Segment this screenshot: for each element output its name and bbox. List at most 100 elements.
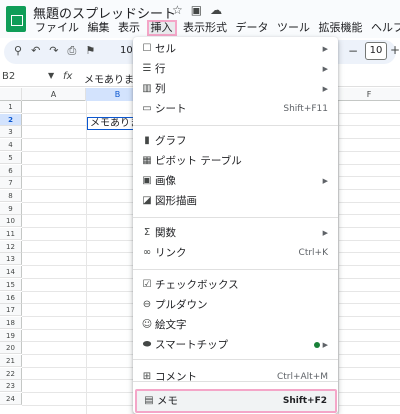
comment-icon: ⊞ [142, 371, 152, 382]
row-header-23[interactable]: 23 [0, 380, 22, 393]
menu-edit[interactable]: 編集 [86, 20, 112, 36]
shortcut-hint: Ctrl+Alt+M [276, 372, 328, 382]
menu-item-row[interactable]: ☰ 行 ▶ [133, 59, 338, 79]
row-header-10[interactable]: 10 [0, 215, 22, 228]
row-header-2[interactable]: 2 [0, 113, 22, 126]
print-icon[interactable]: ⎙ [68, 44, 86, 57]
menu-item-cell[interactable]: ☐ セル ▶ [133, 39, 338, 59]
submenu-arrow-icon: ▶ [322, 85, 328, 93]
row-header-22[interactable]: 22 [0, 367, 22, 380]
menu-item-label: メモ [157, 395, 178, 407]
title-icons: ☆▣☁ [172, 3, 230, 17]
row-header-17[interactable]: 17 [0, 304, 22, 317]
grid-column-line [338, 101, 339, 414]
row-header-18[interactable]: 18 [0, 316, 22, 329]
select-all-corner[interactable] [0, 88, 22, 101]
menu-file[interactable]: ファイル [33, 20, 81, 36]
menu-item-label: 関数 [155, 227, 176, 239]
menu-item-sheet[interactable]: ▭ シート Shift+F11 [133, 99, 338, 119]
row-header-4[interactable]: 4 [0, 139, 22, 152]
move-folder-icon[interactable]: ▣ [191, 3, 210, 17]
menu-extensions[interactable]: 拡張機能 [317, 20, 365, 36]
menu-item-function[interactable]: Σ 関数 ▶ [133, 223, 338, 243]
active-cell-b2[interactable]: メモありま [87, 117, 135, 130]
name-box-dropdown-icon[interactable]: ▼ [48, 71, 54, 80]
menu-item-column[interactable]: ▥ 列 ▶ [133, 79, 338, 99]
row-header-6[interactable]: 6 [0, 164, 22, 177]
row-header-3[interactable]: 3 [0, 126, 22, 139]
menu-separator [133, 217, 338, 218]
column-icon: ▥ [142, 83, 152, 94]
cloud-status-icon[interactable]: ☁ [210, 3, 230, 17]
row-header-1[interactable]: 1 [0, 101, 22, 113]
row-header-19[interactable]: 19 [0, 329, 22, 342]
menu-data[interactable]: データ [234, 20, 271, 36]
row-header-7[interactable]: 7 [0, 177, 22, 190]
menu-item-smart-chip[interactable]: ⬬ スマートチップ ▶ [133, 335, 338, 355]
menu-item-emoji[interactable]: ☺ 絵文字 [133, 315, 338, 335]
column-header-f[interactable]: F [338, 88, 400, 101]
emoji-icon: ☺ [141, 319, 153, 330]
menu-item-comment[interactable]: ⊞ コメント Ctrl+Alt+M [133, 367, 338, 387]
font-size-input[interactable]: 10 [365, 42, 387, 60]
name-box[interactable]: B2 [2, 71, 15, 82]
menu-item-label: チェックボックス [155, 279, 239, 291]
menu-item-label: 行 [155, 63, 166, 75]
menu-insert[interactable]: 挿入 [146, 20, 177, 36]
menu-item-label: コメント [155, 371, 197, 383]
font-size-increase-button[interactable]: + [390, 43, 400, 57]
row-header-20[interactable]: 20 [0, 342, 22, 355]
row-header-16[interactable]: 16 [0, 291, 22, 304]
row-header-14[interactable]: 14 [0, 266, 22, 279]
menu-view[interactable]: 表示 [116, 20, 142, 36]
row-header-9[interactable]: 9 [0, 202, 22, 215]
menu-help[interactable]: ヘルプ [369, 20, 400, 36]
menu-item-note[interactable]: ▤ メモ Shift+F2 [135, 389, 337, 413]
row-header-11[interactable]: 11 [0, 228, 22, 240]
menu-item-checkbox[interactable]: ☑ チェックボックス [133, 275, 338, 295]
menu-item-link[interactable]: ∞ リンク Ctrl+K [133, 243, 338, 263]
menu-item-label: セル [155, 43, 176, 55]
menu-format[interactable]: 表示形式 [181, 20, 229, 36]
title-bar: 無題のスプレッドシート ☆▣☁ ファイル 編集 表示 挿入 表示形式 データ ツ… [0, 0, 400, 38]
row-header-5[interactable]: 5 [0, 151, 22, 164]
submenu-arrow-icon: ▶ [322, 177, 328, 185]
menu-tools[interactable]: ツール [275, 20, 312, 36]
row-header-24[interactable]: 24 [0, 393, 22, 406]
menu-separator [133, 125, 338, 126]
submenu-arrow-icon: ▶ [322, 45, 328, 53]
menu-item-label: 列 [155, 83, 166, 95]
row-header-12[interactable]: 12 [0, 240, 22, 253]
zoom-select[interactable]: 10 [120, 45, 133, 56]
insert-menu: ☐ セル ▶ ☰ 行 ▶ ▥ 列 ▶ ▭ シート Shift+F11 ▮ グラフ ▦ ピボット テーブル ▣ 画像… [133, 37, 338, 414]
menu-item-chart[interactable]: ▮ グラフ [133, 131, 338, 151]
cell-icon: ☐ [142, 43, 152, 54]
font-size-decrease-button[interactable]: − [348, 44, 358, 58]
menu-item-dropdown[interactable]: ⊖ プルダウン [133, 295, 338, 315]
function-icon: Σ [143, 227, 151, 238]
sheets-logo-icon[interactable] [6, 6, 26, 32]
star-icon[interactable]: ☆ [172, 3, 191, 17]
menu-item-label: ピボット テーブル [155, 155, 242, 167]
menu-bar: ファイル 編集 表示 挿入 表示形式 データ ツール 拡張機能 ヘルプ [33, 20, 400, 38]
fx-icon: fx [63, 71, 73, 82]
menu-item-label: シート [155, 103, 187, 115]
row-icon: ☰ [142, 63, 152, 74]
note-icon: ▤ [144, 395, 154, 406]
grid-column-line [86, 101, 87, 414]
row-header-21[interactable]: 21 [0, 355, 22, 367]
undo-icon[interactable]: ↶ [31, 44, 49, 57]
pivot-table-icon: ▦ [142, 155, 152, 166]
redo-icon[interactable]: ↷ [49, 44, 67, 57]
search-icon[interactable]: ⚲ [14, 44, 31, 57]
menu-item-pivot-table[interactable]: ▦ ピボット テーブル [133, 151, 338, 171]
paint-format-icon[interactable]: ⚑ [85, 44, 104, 57]
menu-item-drawing[interactable]: ◪ 図形描画 [133, 191, 338, 211]
row-header-15[interactable]: 15 [0, 278, 22, 291]
shortcut-hint: Ctrl+K [298, 248, 328, 258]
dropdown-icon: ⊖ [142, 299, 152, 310]
row-header-8[interactable]: 8 [0, 189, 22, 202]
menu-item-image[interactable]: ▣ 画像 ▶ [133, 171, 338, 191]
row-header-13[interactable]: 13 [0, 253, 22, 266]
column-header-a[interactable]: A [22, 88, 86, 101]
